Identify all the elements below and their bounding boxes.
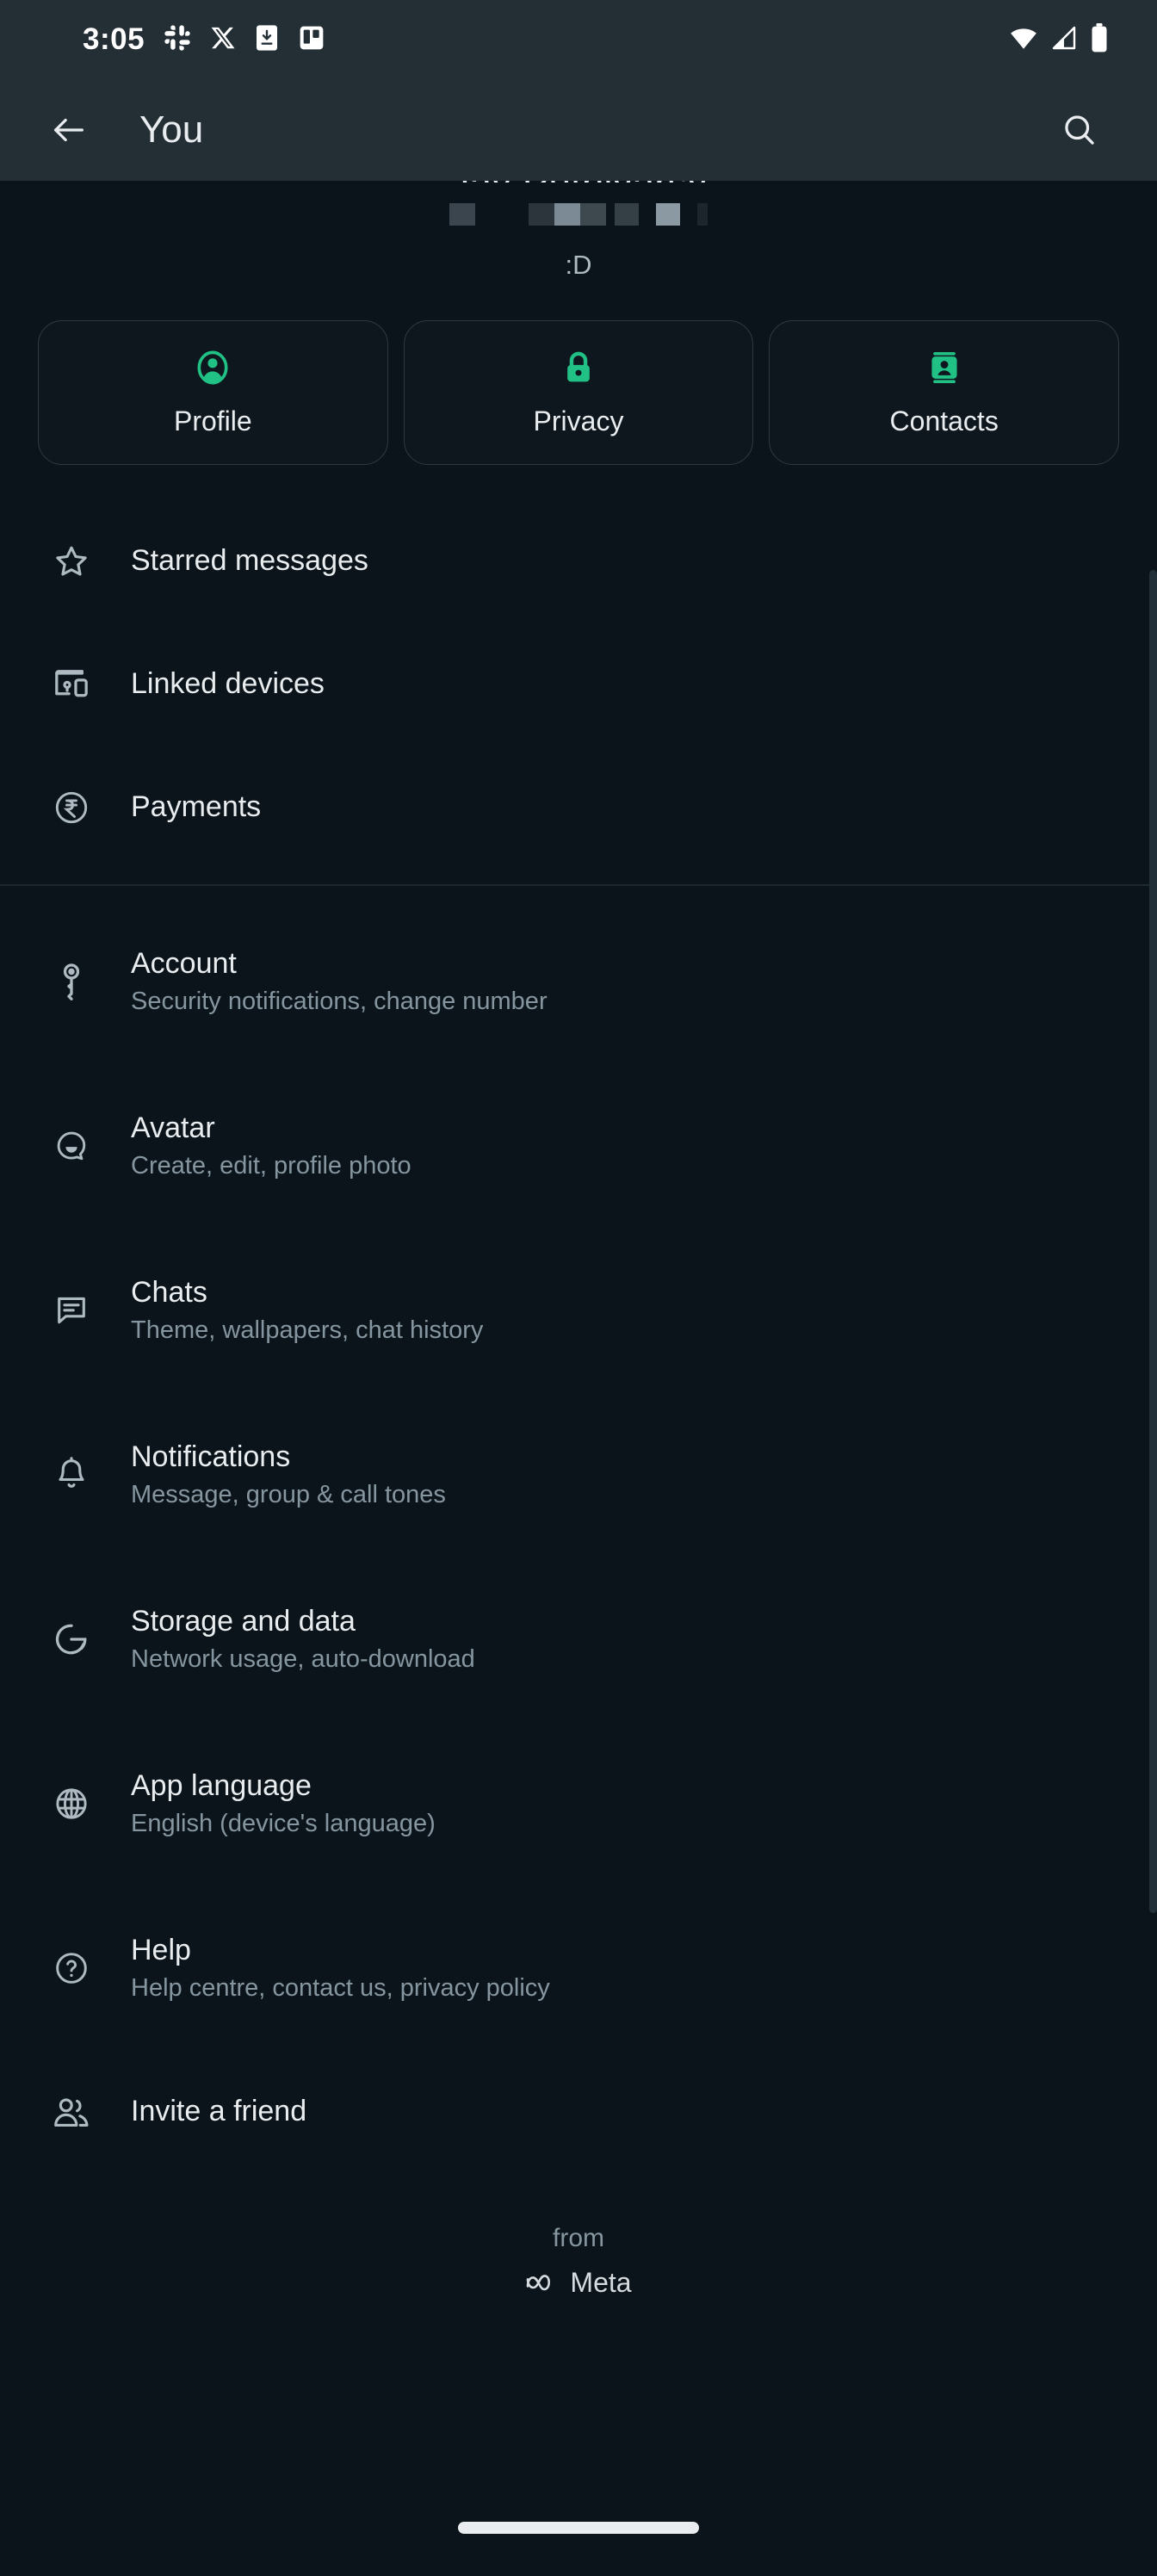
settings-item-text: Account Security notifications, change n… [131, 946, 548, 1015]
meta-brand: Meta [0, 2267, 1157, 2299]
settings-item-title: Chats [131, 1275, 207, 1309]
avatar-icon [45, 1127, 98, 1165]
key-icon [45, 962, 98, 1001]
settings-item-text: Avatar Create, edit, profile photo [131, 1111, 411, 1180]
chat-icon [45, 1291, 98, 1329]
x-twitter-icon [210, 25, 236, 55]
settings-item-subtitle: English (device's language) [131, 1809, 436, 1837]
settings-item-title: Starred messages [131, 543, 368, 577]
back-button[interactable] [33, 94, 105, 166]
settings-item-title: Invite a friend [131, 2095, 307, 2128]
cellular-signal-icon [1050, 24, 1078, 56]
settings-item-account[interactable]: Account Security notifications, change n… [0, 900, 1157, 1064]
star-icon [45, 542, 98, 580]
section-divider [0, 884, 1157, 886]
settings-item-invite-a-friend[interactable]: Invite a friend [0, 2051, 1157, 2174]
status-bar-right [1009, 22, 1109, 57]
settings-item-subtitle: Help centre, contact us, privacy policy [131, 1973, 550, 2002]
settings-item-title: Payments [131, 790, 262, 823]
trello-icon [298, 24, 325, 56]
settings-item-title: Notifications [131, 1440, 291, 1473]
settings-item-text: Payments [131, 790, 262, 823]
profile-status-text: :D [565, 250, 592, 280]
settings-item-subtitle: Message, group & call tones [131, 1480, 446, 1508]
lock-icon [560, 348, 597, 392]
settings-item-linked-devices[interactable]: Linked devices [0, 622, 1157, 746]
profile-name: Jay Puthiyarsy [0, 181, 1157, 183]
settings-item-title: Linked devices [131, 666, 325, 700]
help-circle-icon [45, 1949, 98, 1987]
profile-person-icon [193, 348, 232, 392]
contact-card-icon [925, 348, 964, 392]
settings-item-subtitle: Create, edit, profile photo [131, 1151, 411, 1180]
settings-item-title: App language [131, 1768, 312, 1802]
system-navigation-bar [0, 2480, 1157, 2576]
status-bar: 3:05 [0, 0, 1157, 79]
settings-item-title: Help [131, 1933, 191, 1966]
meta-infinity-icon [525, 2267, 560, 2299]
chip-label: Contacts [889, 406, 999, 437]
page-title: You [139, 108, 204, 151]
settings-item-notifications[interactable]: Notifications Message, group & call tone… [0, 1393, 1157, 1557]
settings-item-subtitle: Network usage, auto-download [131, 1644, 475, 1673]
settings-section-2: Account Security notifications, change n… [0, 900, 1157, 2174]
settings-item-subtitle: Theme, wallpapers, chat history [131, 1316, 484, 1344]
bell-icon [45, 1456, 98, 1494]
rupee-payments-icon [45, 789, 98, 827]
status-bar-left: 3:05 [83, 22, 325, 57]
settings-item-avatar[interactable]: Avatar Create, edit, profile photo [0, 1064, 1157, 1229]
invite-people-icon [45, 2093, 98, 2131]
storage-icon [45, 1620, 98, 1658]
footer-from-label: from [553, 2223, 604, 2252]
chip-contacts[interactable]: Contacts [769, 320, 1120, 465]
settings-item-help[interactable]: Help Help centre, contact us, privacy po… [0, 1886, 1157, 2051]
search-button[interactable] [1043, 94, 1116, 166]
settings-item-title: Storage and data [131, 1604, 356, 1638]
chip-label: Profile [173, 406, 252, 437]
settings-item-text: Chats Theme, wallpapers, chat history [131, 1275, 484, 1344]
settings-item-payments[interactable]: Payments [0, 746, 1157, 869]
settings-item-chats[interactable]: Chats Theme, wallpapers, chat history [0, 1229, 1157, 1393]
settings-item-text: Help Help centre, contact us, privacy po… [131, 1935, 550, 2001]
globe-icon [45, 1785, 98, 1823]
scrollbar-thumb[interactable] [1149, 570, 1157, 1913]
settings-item-starred-messages[interactable]: Starred messages [0, 499, 1157, 622]
battery-icon [1090, 22, 1109, 57]
gesture-home-pill[interactable] [458, 2522, 699, 2534]
wifi-icon [1009, 23, 1038, 57]
settings-item-app-language[interactable]: App language English (device's language) [0, 1722, 1157, 1886]
settings-item-subtitle: Security notifications, change number [131, 987, 548, 1015]
settings-item-text: App language English (device's language) [131, 1768, 436, 1837]
settings-item-text: Starred messages [131, 543, 368, 577]
settings-item-text: Notifications Message, group & call tone… [131, 1440, 446, 1508]
slack-icon [164, 24, 191, 56]
quick-action-chips: Profile Privacy Contacts [0, 281, 1157, 465]
linked-devices-icon [45, 666, 98, 703]
settings-item-text: Linked devices [131, 666, 325, 700]
phone-number-redacted [449, 203, 708, 226]
meta-brand-label: Meta [570, 2266, 632, 2298]
settings-item-storage-and-data[interactable]: Storage and data Network usage, auto-dow… [0, 1557, 1157, 1722]
settings-item-text: Storage and data Network usage, auto-dow… [131, 1604, 475, 1673]
status-bar-clock: 3:05 [83, 22, 145, 56]
app-bar: You [0, 79, 1157, 181]
settings-item-title: Account [131, 946, 237, 980]
chip-privacy[interactable]: Privacy [403, 320, 754, 465]
settings-scroll-area[interactable]: Jay Puthiyarsy :D Profile [0, 181, 1157, 2480]
settings-item-title: Avatar [131, 1111, 215, 1144]
chip-label: Privacy [533, 406, 624, 437]
settings-section-1: Starred messages Linked devices Payments [0, 499, 1157, 869]
chip-profile[interactable]: Profile [38, 320, 388, 465]
profile-header[interactable]: Jay Puthiyarsy :D [0, 181, 1157, 281]
settings-item-text: Invite a friend [131, 2096, 306, 2127]
meta-footer: from Meta [0, 2224, 1157, 2299]
download-to-device-icon [255, 24, 279, 56]
